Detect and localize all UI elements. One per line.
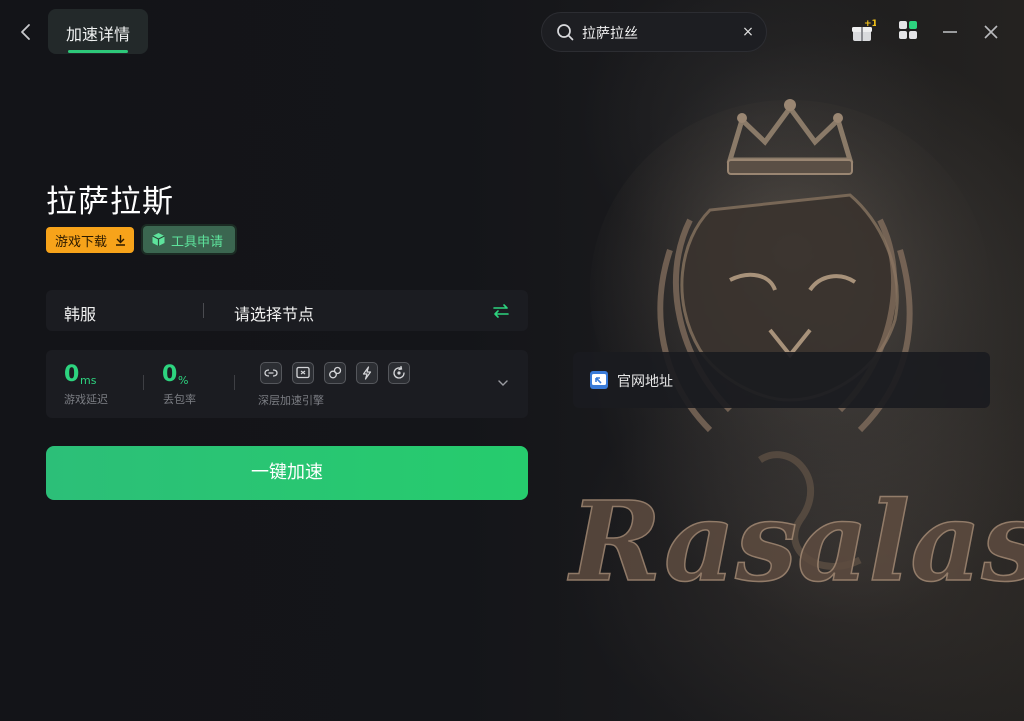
search-icon [557,24,574,41]
minimize-button[interactable] [938,20,962,44]
tab-accelerate-details[interactable]: 加速详情 [48,9,148,54]
apps-button[interactable] [898,20,922,44]
latency-value: 0 [64,362,80,387]
gift-icon: +1 [852,19,878,41]
stats-panel: 0 ms 游戏延迟 0 % 丢包率 深层加速引擎 [46,350,528,418]
official-site-link[interactable]: 官网地址 [573,352,990,408]
close-window-button[interactable] [979,20,1003,44]
server-region[interactable]: 韩服 [64,301,96,325]
divider [143,375,144,390]
connect-icon [329,366,342,379]
tab-indicator [68,50,128,53]
close-icon [984,25,998,39]
one-click-boost-button[interactable]: 一键加速 [46,446,528,500]
game-download-button[interactable]: 游戏下载 [46,227,134,253]
website-icon [590,371,608,389]
clear-search-button[interactable]: × [738,22,758,42]
swap-icon[interactable] [492,302,510,320]
packet-loss-label: 丢包率 [163,393,196,406]
cube-icon [152,233,165,246]
engine-screen-button[interactable] [292,362,314,384]
refresh-icon [393,365,405,379]
latency-unit: ms [80,374,97,387]
node-placeholder[interactable]: 请选择节点 [234,301,314,325]
packet-loss-unit: % [178,374,189,387]
svg-text:+1: +1 [864,19,876,29]
divider [203,303,204,318]
apps-grid-icon [899,21,917,39]
minimize-icon [943,31,957,33]
search-box[interactable]: × [541,12,767,52]
chevron-left-icon [21,24,30,40]
engine-link-button[interactable] [260,362,282,384]
download-icon [116,235,125,246]
engine-label: 深层加速引擎 [258,394,324,407]
tool-apply-button[interactable]: 工具申请 [143,226,235,253]
divider [234,375,235,390]
latency-label: 游戏延迟 [64,393,108,406]
back-button[interactable] [14,18,38,46]
lightning-icon [362,366,372,380]
node-selector[interactable]: 韩服 请选择节点 [46,290,528,331]
engine-connect-button[interactable] [324,362,346,384]
tab-label: 加速详情 [65,25,130,44]
screen-icon [296,366,310,379]
link-icon [264,369,278,377]
download-label: 游戏下载 [55,235,108,250]
chevron-down-icon[interactable] [496,376,510,390]
packet-loss-value: 0 [162,362,178,387]
tool-apply-label: 工具申请 [171,235,224,250]
search-input[interactable] [582,22,732,44]
background-brand-text: Rasalas [567,477,1024,606]
gift-button[interactable]: +1 [850,19,878,43]
game-title: 拉萨拉斯 [46,184,174,220]
official-site-label: 官网地址 [617,374,673,390]
engine-refresh-button[interactable] [388,362,410,384]
engine-lightning-button[interactable] [356,362,378,384]
